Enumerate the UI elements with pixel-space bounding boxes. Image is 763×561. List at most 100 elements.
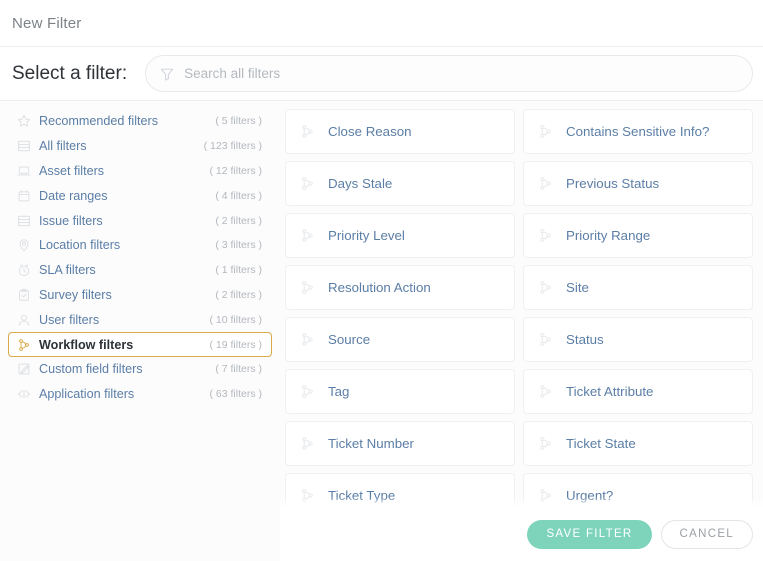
search-filters-box[interactable]	[145, 55, 753, 92]
filter-card-label: Close Reason	[328, 124, 412, 139]
sidebar-item-custom-field-filters[interactable]: Custom field filters ( 7 filters )	[8, 357, 272, 382]
filter-card-label: Tag	[328, 384, 350, 399]
filter-card-label: Ticket State	[566, 436, 636, 451]
pin-icon	[17, 238, 39, 252]
filter-card[interactable]: Contains Sensitive Info?	[523, 109, 753, 154]
workflow-icon	[538, 488, 566, 503]
sidebar-item-location-filters[interactable]: Location filters ( 3 filters )	[8, 233, 272, 258]
filter-card[interactable]: Priority Level	[285, 213, 515, 258]
filters-grid: Close Reason Contains Sensitive Info? Days…	[285, 109, 753, 518]
user-icon	[17, 313, 39, 327]
filter-card[interactable]: Ticket Number	[285, 421, 515, 466]
sidebar-item-count: ( 2 filters )	[215, 214, 262, 227]
sidebar-item-count: ( 19 filters )	[209, 338, 262, 351]
filter-card-label: Source	[328, 332, 371, 347]
list-icon	[17, 139, 39, 153]
sidebar-item-label: Survey filters	[39, 287, 112, 302]
list-icon	[17, 214, 39, 228]
filter-card-label: Priority Range	[566, 228, 651, 243]
filter-card-label: Priority Level	[328, 228, 405, 243]
laptop-icon	[17, 164, 39, 178]
filter-card-label: Urgent?	[566, 488, 614, 503]
cancel-button[interactable]: CANCEL	[660, 519, 753, 549]
workflow-icon	[538, 436, 566, 451]
filter-card[interactable]: Previous Status	[523, 161, 753, 206]
sidebar-item-label: Recommended filters	[39, 114, 158, 129]
workflow-icon	[538, 176, 566, 191]
workflow-icon	[300, 124, 328, 139]
filter-card-label: Site	[566, 280, 589, 295]
filter-card-label: Previous Status	[566, 176, 660, 191]
sidebar-item-count: ( 4 filters )	[215, 189, 262, 202]
sidebar-item-count: ( 12 filters )	[209, 164, 262, 177]
sidebar-item-label: Custom field filters	[39, 362, 143, 377]
sidebar-item-label: Asset filters	[39, 163, 105, 178]
sidebar-item-label: User filters	[39, 312, 100, 327]
workflow-icon	[538, 228, 566, 243]
dialog-body: Recommended filters ( 5 filters ) All filt…	[0, 101, 763, 561]
workflow-icon	[300, 280, 328, 295]
workflow-icon	[300, 332, 328, 347]
sidebar-item-asset-filters[interactable]: Asset filters ( 12 filters )	[8, 159, 272, 184]
workflow-icon	[300, 384, 328, 399]
sidebar-item-count: ( 1 filters )	[215, 264, 262, 277]
filter-card-label: Ticket Number	[328, 436, 414, 451]
sidebar-item-count: ( 5 filters )	[215, 115, 262, 128]
sidebar-item-sla-filters[interactable]: SLA filters ( 1 filters )	[8, 258, 272, 283]
sidebar-item-label: Location filters	[39, 238, 121, 253]
sidebar-item-all-filters[interactable]: All filters ( 123 filters )	[8, 134, 272, 159]
workflow-icon	[538, 384, 566, 399]
sidebar-item-count: ( 7 filters )	[215, 363, 262, 376]
save-filter-button[interactable]: SAVE FILTER	[527, 519, 652, 549]
filter-card[interactable]: Site	[523, 265, 753, 310]
code-icon	[17, 387, 39, 401]
filter-card[interactable]: Ticket Attribute	[523, 369, 753, 414]
filter-card[interactable]: Status	[523, 317, 753, 362]
sidebar-item-user-filters[interactable]: User filters ( 10 filters )	[8, 307, 272, 332]
workflow-icon	[538, 124, 566, 139]
filter-card-label: Resolution Action	[328, 280, 431, 295]
funnel-icon	[160, 67, 174, 81]
filter-card-label: Contains Sensitive Info?	[566, 124, 710, 139]
search-input[interactable]	[184, 66, 738, 81]
sidebar-item-issue-filters[interactable]: Issue filters ( 2 filters )	[8, 208, 272, 233]
filter-card[interactable]: Days Stale	[285, 161, 515, 206]
sidebar-item-label: SLA filters	[39, 263, 96, 278]
workflow-icon	[300, 436, 328, 451]
workflow-icon	[538, 280, 566, 295]
filter-card[interactable]: Priority Range	[523, 213, 753, 258]
sidebar-item-count: ( 10 filters )	[209, 313, 262, 326]
sidebar-item-label: Issue filters	[39, 213, 103, 228]
window-titlebar: New Filter	[0, 0, 763, 47]
filter-categories-sidebar: Recommended filters ( 5 filters ) All filt…	[0, 101, 280, 561]
filter-card[interactable]: Tag	[285, 369, 515, 414]
star-icon	[17, 114, 39, 128]
filter-subheader: Select a filter:	[0, 47, 763, 101]
sidebar-item-label: Application filters	[39, 387, 135, 402]
window-title: New Filter	[12, 14, 82, 32]
clock-icon	[17, 263, 39, 277]
clipboard-icon	[17, 288, 39, 302]
workflow-icon	[300, 176, 328, 191]
sidebar-item-survey-filters[interactable]: Survey filters ( 2 filters )	[8, 283, 272, 308]
sidebar-item-label: Date ranges	[39, 188, 108, 203]
sidebar-item-count: ( 2 filters )	[215, 288, 262, 301]
filter-card[interactable]: Resolution Action	[285, 265, 515, 310]
sidebar-item-workflow-filters[interactable]: Workflow filters ( 19 filters )	[8, 332, 272, 357]
filter-card[interactable]: Ticket State	[523, 421, 753, 466]
workflow-icon	[300, 228, 328, 243]
filter-card-label: Ticket Attribute	[566, 384, 654, 399]
sidebar-item-recommended-filters[interactable]: Recommended filters ( 5 filters )	[8, 109, 272, 134]
filters-pane: Close Reason Contains Sensitive Info? Days…	[280, 101, 763, 561]
pencil-icon	[17, 362, 39, 376]
workflow-icon	[300, 488, 328, 503]
sidebar-item-count: ( 63 filters )	[209, 388, 262, 401]
sidebar-item-application-filters[interactable]: Application filters ( 63 filters )	[8, 382, 272, 407]
filter-card[interactable]: Close Reason	[285, 109, 515, 154]
workflow-icon	[538, 332, 566, 347]
sidebar-item-label: All filters	[39, 139, 87, 154]
filter-card[interactable]: Source	[285, 317, 515, 362]
sidebar-item-count: ( 123 filters )	[203, 140, 262, 153]
workflow-icon	[17, 338, 39, 352]
sidebar-item-date-ranges[interactable]: Date ranges ( 4 filters )	[8, 183, 272, 208]
